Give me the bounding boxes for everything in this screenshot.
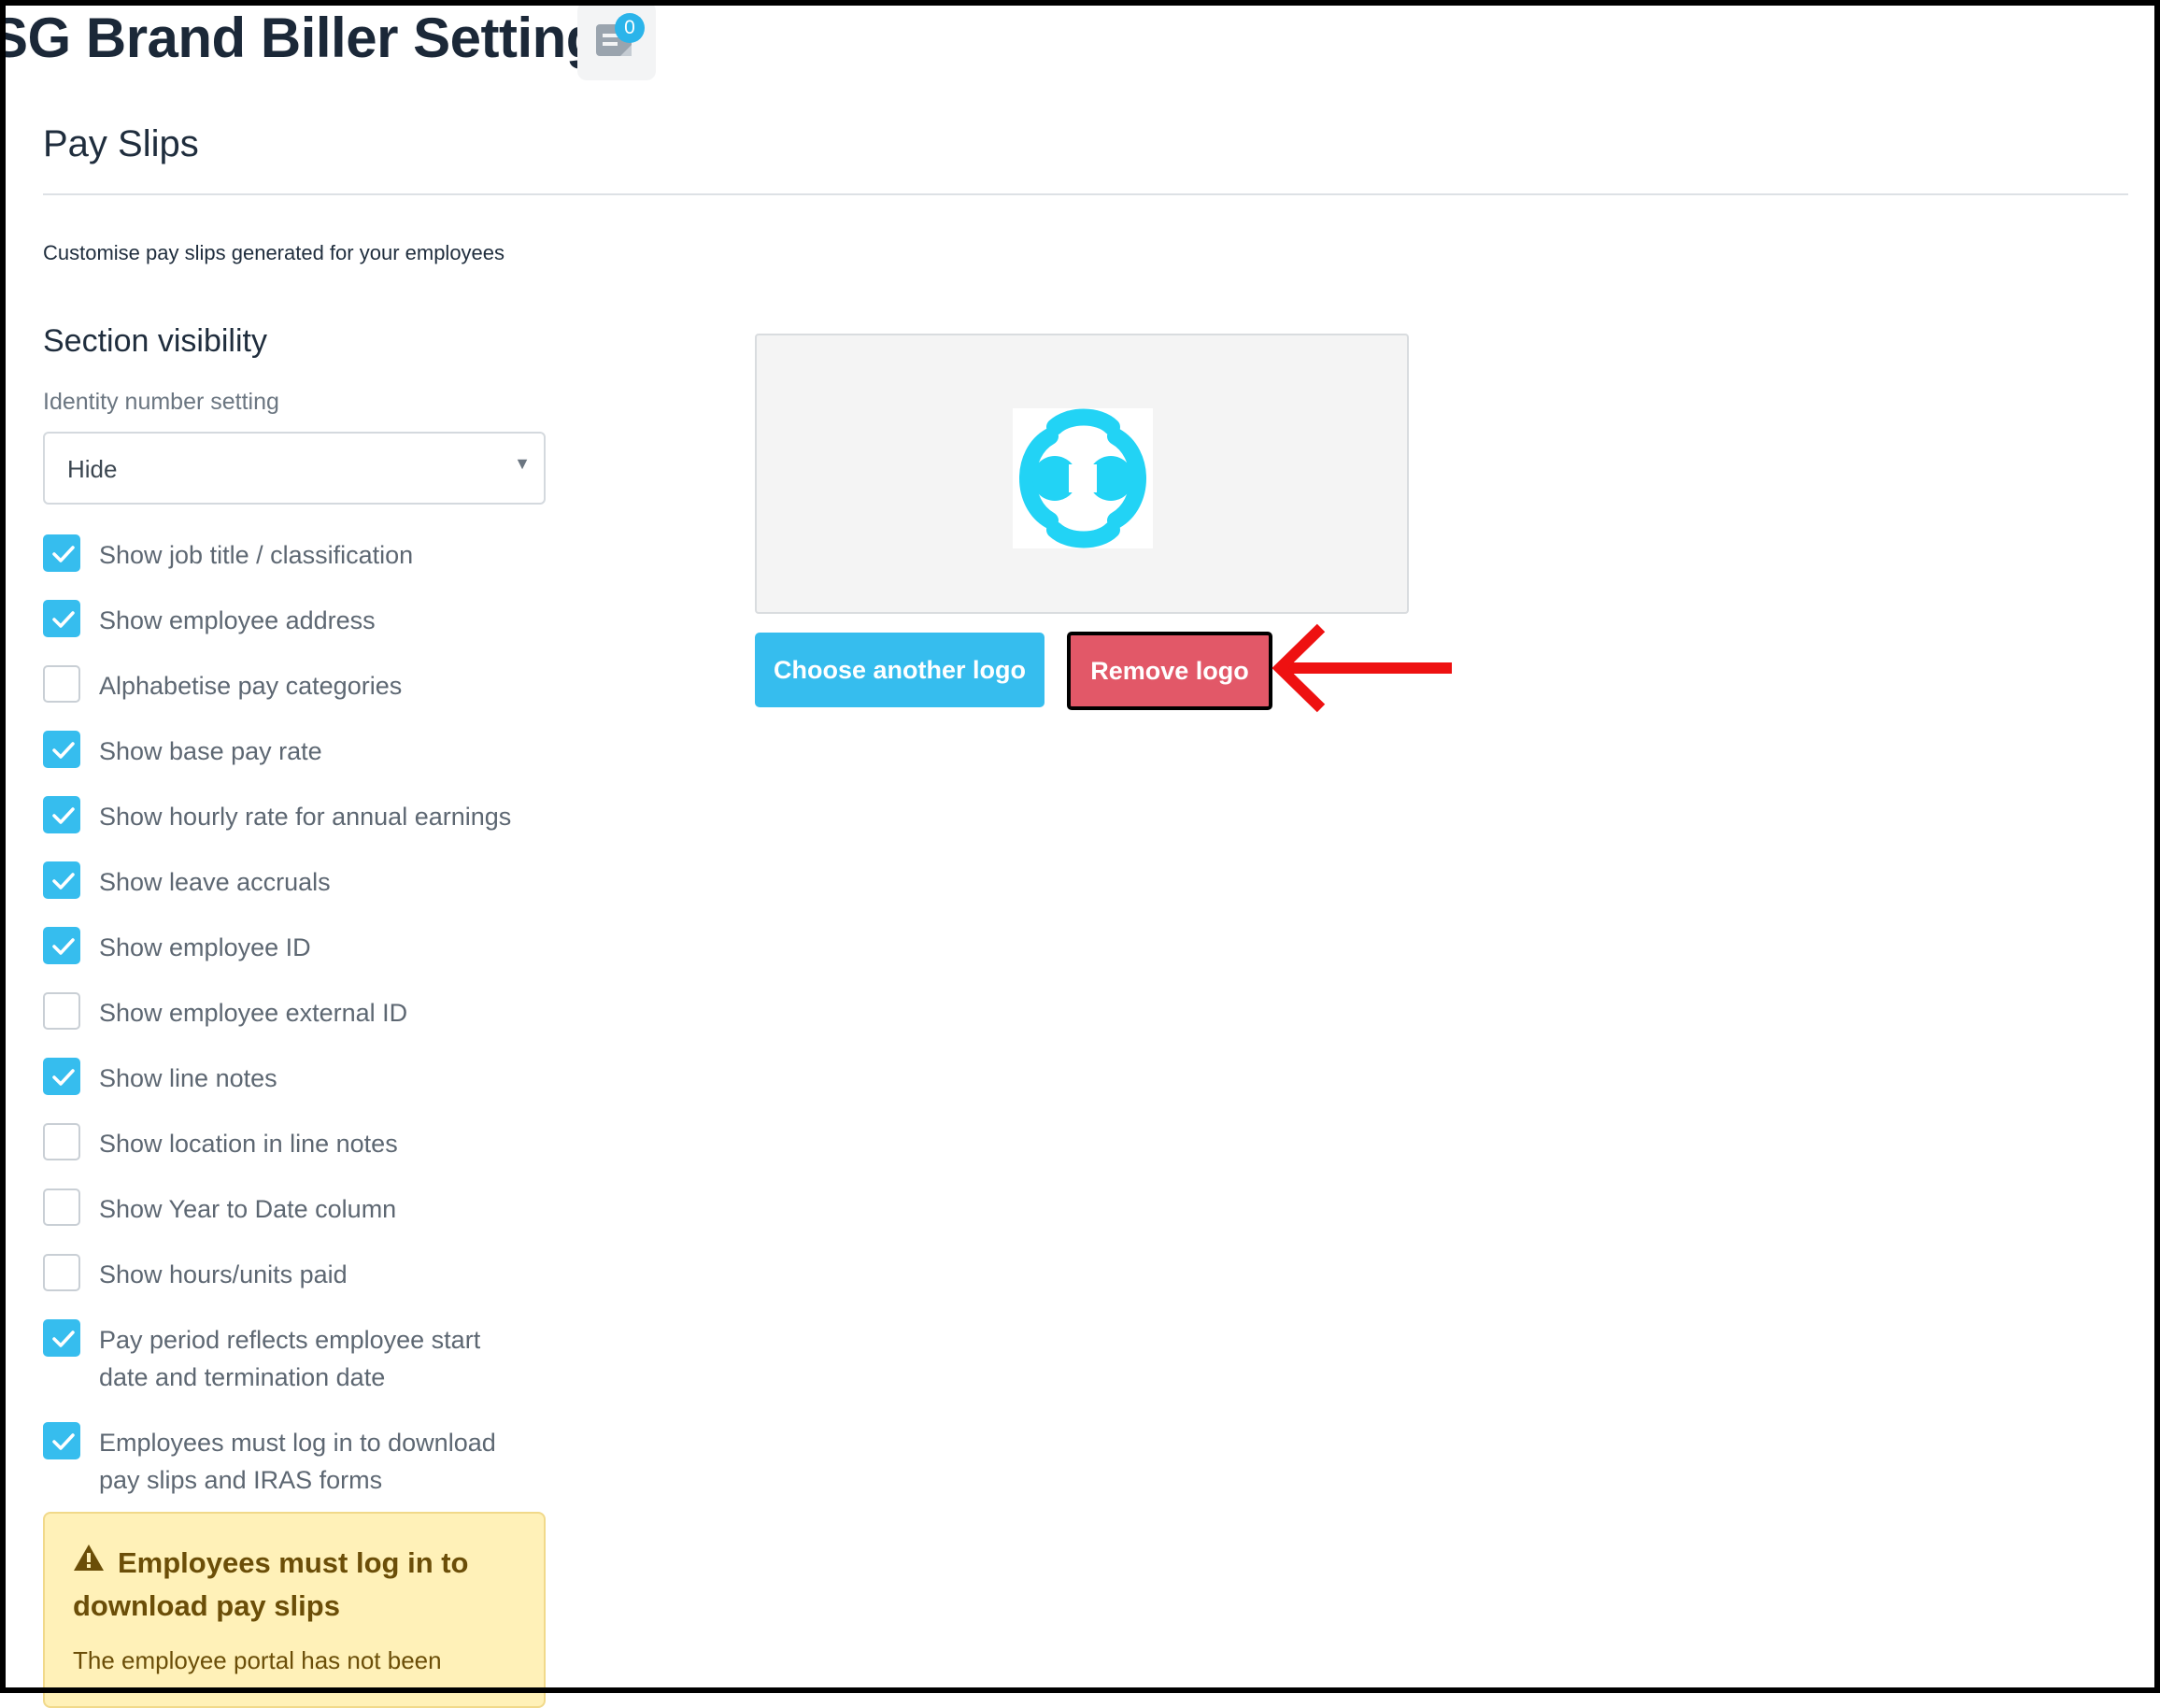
- checkbox-label: Show Year to Date column: [99, 1195, 397, 1223]
- checkbox-label: Show employee external ID: [99, 999, 408, 1027]
- login-warning-alert: Employees must log in to download pay sl…: [43, 1512, 546, 1708]
- company-logo-graphic: [1019, 408, 1146, 548]
- notes-button[interactable]: 0: [577, 2, 656, 80]
- checkbox-label-continued: date and termination date: [99, 1363, 386, 1391]
- checkbox[interactable]: [43, 665, 80, 703]
- checkbox[interactable]: [43, 1319, 80, 1357]
- notes-count-badge: 0: [615, 13, 645, 43]
- checkbox-label-continued: pay slips and IRAS forms: [99, 1466, 383, 1494]
- checkmark-icon: [52, 938, 75, 955]
- checkbox-label: Show line notes: [99, 1064, 277, 1092]
- section-title: Pay Slips: [43, 123, 199, 164]
- chevron-down-icon: ▼: [514, 454, 531, 473]
- checkmark-icon: [52, 611, 75, 628]
- checkbox[interactable]: [43, 534, 80, 572]
- checkbox-label: Show leave accruals: [99, 868, 331, 896]
- identity-number-select[interactable]: Hide ▼: [43, 432, 546, 505]
- checkbox-label: Show job title / classification: [99, 541, 414, 569]
- checkbox[interactable]: [43, 927, 80, 964]
- checkmark-icon: [52, 807, 75, 824]
- logo-preview: [755, 334, 1409, 614]
- checkbox-label: Alphabetise pay categories: [99, 672, 403, 700]
- checkmark-icon: [52, 1433, 75, 1450]
- checkbox-label: Employees must log in to download: [99, 1429, 496, 1457]
- checkmark-icon: [52, 873, 75, 890]
- identity-number-value: Hide: [67, 455, 118, 483]
- company-logo: [1013, 408, 1153, 548]
- section-visibility-heading: Section visibility: [43, 323, 267, 359]
- checkbox[interactable]: [43, 1188, 80, 1226]
- checkmark-icon: [52, 1331, 75, 1347]
- warning-text: The employee portal has not been: [73, 1646, 442, 1674]
- checkmark-icon: [52, 546, 75, 562]
- checkbox-label: Show employee ID: [99, 933, 311, 961]
- checkbox[interactable]: [43, 992, 80, 1030]
- checkmark-icon: [52, 742, 75, 759]
- checkbox-label: Show base pay rate: [99, 737, 322, 765]
- checkbox[interactable]: [43, 796, 80, 833]
- remove-logo-button[interactable]: Remove logo: [1067, 632, 1272, 710]
- section-description: Customise pay slips generated for your e…: [43, 241, 505, 264]
- checkbox-label: Show hourly rate for annual earnings: [99, 803, 512, 831]
- checkbox-label: Show hours/units paid: [99, 1260, 348, 1288]
- checkbox[interactable]: [43, 1254, 80, 1291]
- checkbox[interactable]: [43, 1058, 80, 1095]
- checkbox[interactable]: [43, 861, 80, 899]
- section-divider: [43, 193, 2128, 195]
- annotation-arrow-icon: [1272, 623, 1452, 713]
- choose-another-logo-button[interactable]: Choose another logo: [755, 633, 1044, 707]
- page-title: SG Brand Biller Settings: [0, 7, 631, 69]
- checkbox[interactable]: [43, 1422, 80, 1459]
- checkbox[interactable]: [43, 600, 80, 637]
- warning-title: Employees must log in to download pay sl…: [73, 1546, 469, 1622]
- checkbox-label: Show location in line notes: [99, 1130, 398, 1158]
- identity-number-label: Identity number setting: [43, 389, 279, 415]
- checkbox-label: Show employee address: [99, 606, 376, 634]
- checkbox-label: Pay period reflects employee start: [99, 1326, 481, 1354]
- checkbox[interactable]: [43, 1123, 80, 1160]
- checkbox[interactable]: [43, 731, 80, 768]
- checkmark-icon: [52, 1069, 75, 1086]
